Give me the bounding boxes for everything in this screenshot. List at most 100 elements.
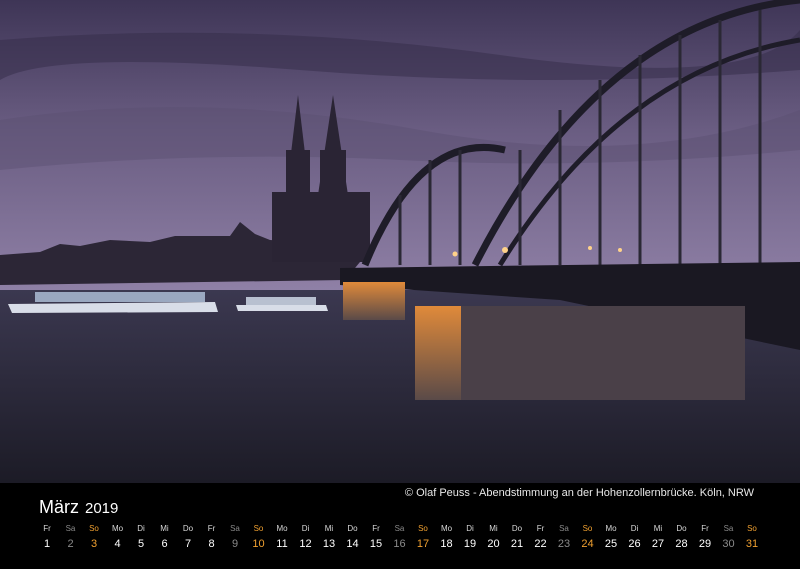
- photo-caption: © Olaf Peuss - Abendstimmung an der Hohe…: [404, 487, 754, 499]
- day-number: 18: [440, 538, 453, 550]
- weekday-label: Do: [347, 524, 358, 533]
- calendar-day: Mo 18: [435, 523, 459, 553]
- month-heading: März 2019: [39, 497, 118, 518]
- day-number: 28: [675, 538, 688, 550]
- day-number: 17: [416, 538, 430, 550]
- calendar-day: Fr 22: [529, 523, 553, 553]
- calendar-day: So 17: [411, 523, 435, 553]
- weekday-label: Mo: [605, 524, 617, 533]
- month-name: März: [39, 497, 79, 517]
- weekday-label: Di: [301, 524, 310, 533]
- weekday-label: Sa: [394, 524, 405, 533]
- calendar-day: Sa 2: [59, 523, 83, 553]
- day-number: 16: [393, 538, 406, 550]
- weekday-label: Fr: [43, 524, 51, 533]
- weekday-label: Di: [630, 524, 639, 533]
- weekday-label: So: [253, 524, 264, 533]
- weekday-label: Mo: [440, 524, 453, 533]
- calendar-day: Di 26: [623, 523, 647, 553]
- cathedral-bridge-photo: [0, 0, 800, 483]
- calendar-day: Do 7: [176, 523, 200, 553]
- day-number: 21: [510, 538, 524, 550]
- day-number: 15: [369, 538, 383, 550]
- weekday-label: Di: [466, 524, 474, 533]
- calendar-day: Do 28: [670, 523, 694, 553]
- day-number: 2: [67, 538, 74, 550]
- calendar-day: So 24: [576, 523, 600, 553]
- calendar-day: Sa 23: [552, 523, 576, 553]
- calendar-day: Di 19: [458, 523, 482, 553]
- weekday-label: Sa: [65, 524, 76, 533]
- weekday-label: Fr: [207, 524, 216, 533]
- weekday-label: Do: [511, 524, 523, 533]
- calendar-strip: März 2019 © Olaf Peuss - Abendstimmung an…: [0, 483, 800, 569]
- day-number: 31: [745, 538, 759, 550]
- calendar-day: Sa 9: [223, 523, 247, 553]
- weekday-label: Sa: [559, 524, 569, 533]
- day-grid: Fr 1 Sa 2 So 3 Mo 4 Di 5 Mi 6 Do 7 Fr 8 Sa 9 So 10 Mo 11 Di 12 M…: [35, 523, 765, 559]
- day-number: 3: [90, 538, 98, 550]
- calendar-page: März 2019 © Olaf Peuss - Abendstimmung an…: [0, 0, 800, 569]
- calendar-day: Fr 8: [200, 523, 224, 553]
- calendar-day: Mo 25: [599, 523, 623, 553]
- weekday-label: Mi: [160, 524, 169, 533]
- day-number: 22: [534, 538, 547, 550]
- calendar-day: So 31: [740, 523, 764, 553]
- day-number: 11: [276, 538, 288, 550]
- calendar-day: Mo 4: [106, 523, 130, 553]
- day-number: 26: [628, 538, 641, 550]
- weekday-label: Mo: [276, 524, 288, 533]
- day-number: 7: [184, 538, 192, 550]
- bridge-pier-lit: [415, 306, 461, 400]
- day-number: 12: [299, 538, 312, 550]
- calendar-day: Mi 27: [646, 523, 670, 553]
- weekday-label: So: [89, 524, 99, 533]
- calendar-day: Fr 15: [364, 523, 388, 553]
- calendar-day: Mi 6: [153, 523, 177, 553]
- weekday-label: Fr: [536, 524, 545, 533]
- calendar-day: So 3: [82, 523, 106, 553]
- day-number: 6: [161, 538, 168, 550]
- weekday-label: Mi: [489, 524, 498, 533]
- day-number: 1: [43, 538, 51, 550]
- day-number: 5: [137, 538, 145, 550]
- day-number: 29: [698, 538, 712, 550]
- calendar-day: Do 14: [341, 523, 365, 553]
- calendar-day: Do 21: [505, 523, 529, 553]
- weekday-label: Sa: [723, 524, 734, 533]
- weekday-label: Mo: [111, 524, 124, 533]
- calendar-day: Mo 11: [270, 523, 294, 553]
- weekday-label: Mi: [324, 524, 334, 533]
- calendar-day: Fr 1: [35, 523, 59, 553]
- calendar-day: Di 12: [294, 523, 318, 553]
- calendar-day: Sa 30: [717, 523, 741, 553]
- calendar-day: Sa 16: [388, 523, 412, 553]
- day-number: 30: [722, 538, 735, 550]
- day-number: 23: [557, 538, 571, 550]
- day-number: 8: [208, 538, 215, 550]
- day-number: 19: [463, 538, 477, 550]
- calendar-day: So 10: [247, 523, 271, 553]
- day-number: 25: [604, 538, 618, 550]
- weekday-label: So: [418, 524, 428, 533]
- bridge-pier: [343, 282, 405, 320]
- year: 2019: [85, 500, 119, 517]
- calendar-day: Di 5: [129, 523, 153, 553]
- weekday-label: Sa: [230, 524, 240, 533]
- day-number: 27: [651, 538, 665, 550]
- bridge-pier: [415, 306, 745, 400]
- weekday-label: Di: [137, 524, 145, 533]
- calendar-day: Mi 13: [317, 523, 341, 553]
- day-number: 9: [231, 538, 239, 550]
- weekday-label: Do: [676, 524, 687, 533]
- weekday-label: Fr: [701, 524, 709, 533]
- day-number: 4: [114, 538, 121, 550]
- weekday-label: Fr: [372, 524, 380, 533]
- day-number: 24: [581, 538, 594, 550]
- weekday-label: Do: [182, 524, 194, 533]
- weekday-label: Mi: [653, 524, 663, 533]
- weekday-label: So: [582, 524, 593, 533]
- day-number: 20: [487, 538, 500, 550]
- day-number: 13: [322, 538, 336, 550]
- weekday-label: So: [747, 524, 757, 533]
